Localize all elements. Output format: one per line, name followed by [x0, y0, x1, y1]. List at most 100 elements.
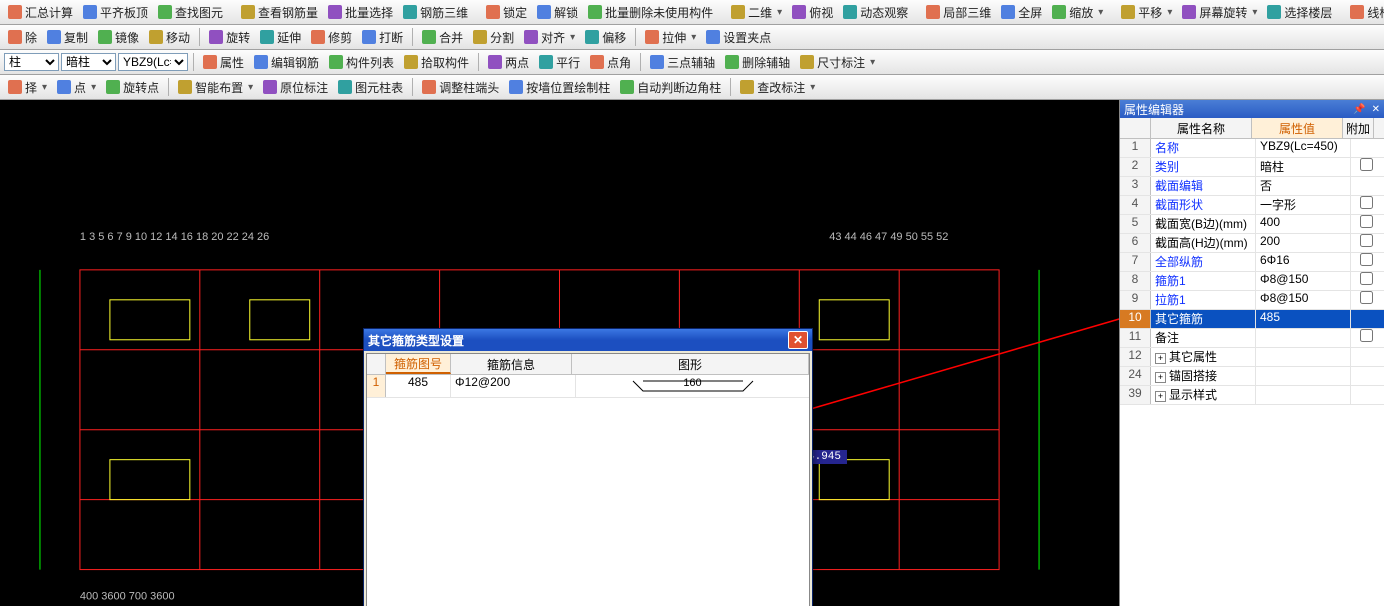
toolbar-调整柱端头[interactable]: 调整柱端头	[418, 77, 503, 98]
prop-row-1[interactable]: 1名称YBZ9(Lc=450)	[1120, 139, 1384, 158]
toolbar-平移[interactable]: 平移▾	[1117, 2, 1176, 23]
prop-row-3[interactable]: 3截面编辑否	[1120, 177, 1384, 196]
drawing-canvas[interactable]: 1 3 5 6 7 9 10 12 14 16 18 20 22 24 26 4…	[0, 100, 1119, 606]
extra-checkbox[interactable]	[1360, 215, 1373, 228]
extra-checkbox[interactable]	[1360, 158, 1373, 171]
close-icon[interactable]: ✕	[1372, 104, 1380, 115]
toolbar-原位标注[interactable]: 原位标注	[259, 77, 332, 98]
col-shape[interactable]: 图形	[572, 354, 809, 374]
stirrup-row[interactable]: 1 485 Φ12@200 160	[367, 375, 809, 398]
toolbar-按墙位置绘制柱[interactable]: 按墙位置绘制柱	[505, 77, 614, 98]
toolbar-拾取构件[interactable]: 拾取构件	[400, 52, 473, 73]
toolbar-打断[interactable]: 打断	[358, 27, 407, 48]
toolbar-三点辅轴[interactable]: 三点辅轴	[646, 52, 719, 73]
toolbar-查看钢筋量[interactable]: 查看钢筋量	[237, 2, 322, 23]
prop-row-2[interactable]: 2类别暗柱	[1120, 158, 1384, 177]
toolbar-自动判断边角柱[interactable]: 自动判断边角柱	[616, 77, 725, 98]
row-info[interactable]: Φ12@200	[451, 375, 576, 397]
toolbar-选择楼层[interactable]: 选择楼层	[1263, 2, 1336, 23]
prop-row-39[interactable]: 39+显示样式	[1120, 386, 1384, 405]
toolbar-全屏[interactable]: 全屏	[997, 2, 1046, 23]
toolbar-分割[interactable]: 分割	[469, 27, 518, 48]
header-name[interactable]: 属性名称	[1151, 118, 1252, 138]
col-code[interactable]: 箍筋图号	[386, 354, 451, 374]
prop-row-11[interactable]: 11备注	[1120, 329, 1384, 348]
toolbar-汇总计算[interactable]: 汇总计算	[4, 2, 77, 23]
extra-checkbox[interactable]	[1360, 291, 1373, 304]
toolbar-合并[interactable]: 合并	[418, 27, 467, 48]
extra-checkbox[interactable]	[1360, 196, 1373, 209]
toolbar-钢筋三维[interactable]: 钢筋三维	[399, 2, 472, 23]
toolbar-偏移[interactable]: 偏移	[581, 27, 630, 48]
toolbar-查找图元[interactable]: 查找图元	[154, 2, 227, 23]
toolbar-锁定[interactable]: 锁定	[482, 2, 531, 23]
toolbar-尺寸标注[interactable]: 尺寸标注▾	[796, 52, 879, 73]
toolbar-择[interactable]: 择▾	[4, 77, 51, 98]
toolbar-平行[interactable]: 平行	[535, 52, 584, 73]
toolbar-镜像[interactable]: 镜像	[94, 27, 143, 48]
toolbar-点[interactable]: 点▾	[53, 77, 100, 98]
toolbar-复制[interactable]: 复制	[43, 27, 92, 48]
toolbar-批量选择[interactable]: 批量选择	[324, 2, 397, 23]
tool-icon	[149, 30, 163, 44]
prop-row-9[interactable]: 9拉筋1Φ8@150	[1120, 291, 1384, 310]
dialog-titlebar[interactable]: 其它箍筋类型设置 ✕	[364, 329, 812, 351]
toolbar-图元柱表[interactable]: 图元柱表	[334, 77, 407, 98]
prop-row-5[interactable]: 5截面宽(B边)(mm)400	[1120, 215, 1384, 234]
selector-sel2[interactable]: 暗柱	[61, 53, 116, 71]
toolbar-两点[interactable]: 两点	[484, 52, 533, 73]
toolbar-缩放[interactable]: 缩放▾	[1048, 2, 1107, 23]
toolbar-旋转[interactable]: 旋转	[205, 27, 254, 48]
extra-checkbox[interactable]	[1360, 253, 1373, 266]
expand-icon[interactable]: +	[1155, 391, 1166, 402]
selector-sel1[interactable]: 柱	[4, 53, 59, 71]
toolbar-二维[interactable]: 二维▾	[727, 2, 786, 23]
toolbar-除[interactable]: 除	[4, 27, 41, 48]
toolbar-延伸[interactable]: 延伸	[256, 27, 305, 48]
extra-checkbox[interactable]	[1360, 234, 1373, 247]
toolbar-移动[interactable]: 移动	[145, 27, 194, 48]
property-title[interactable]: 属性编辑器 📌 ✕	[1120, 100, 1384, 118]
extra-checkbox[interactable]	[1360, 329, 1373, 342]
col-info[interactable]: 箍筋信息	[451, 354, 572, 374]
expand-icon[interactable]: +	[1155, 372, 1166, 383]
extra-checkbox[interactable]	[1360, 272, 1373, 285]
toolbar-屏幕旋转[interactable]: 屏幕旋转▾	[1178, 2, 1261, 23]
prop-row-6[interactable]: 6截面高(H边)(mm)200	[1120, 234, 1384, 253]
toolbar-点角[interactable]: 点角	[586, 52, 635, 73]
toolbar-智能布置[interactable]: 智能布置▾	[174, 77, 257, 98]
selector-sel3[interactable]: YBZ9(Lc=	[118, 53, 188, 71]
prop-row-12[interactable]: 12+其它属性	[1120, 348, 1384, 367]
toolbar-动态观察[interactable]: 动态观察	[839, 2, 912, 23]
prop-row-8[interactable]: 8箍筋1Φ8@150	[1120, 272, 1384, 291]
toolbar-删除辅轴[interactable]: 删除辅轴	[721, 52, 794, 73]
toolbar-查改标注[interactable]: 查改标注▾	[736, 77, 819, 98]
toolbar-俯视[interactable]: 俯视	[788, 2, 837, 23]
expand-icon[interactable]: +	[1155, 353, 1166, 364]
toolbar-设置夹点[interactable]: 设置夹点	[702, 27, 775, 48]
header-value[interactable]: 属性值	[1252, 118, 1343, 138]
pin-icon[interactable]: 📌	[1353, 104, 1365, 115]
header-extra[interactable]: 附加	[1343, 118, 1374, 138]
prop-row-4[interactable]: 4截面形状一字形	[1120, 196, 1384, 215]
row-shape[interactable]: 160	[576, 375, 809, 397]
dropdown-icon: ▾	[870, 57, 875, 68]
toolbar-修剪[interactable]: 修剪	[307, 27, 356, 48]
toolbar-局部三维[interactable]: 局部三维	[922, 2, 995, 23]
row-code[interactable]: 485	[386, 375, 451, 397]
toolbar-构件列表[interactable]: 构件列表	[325, 52, 398, 73]
toolbar-解锁[interactable]: 解锁	[533, 2, 582, 23]
toolbar-批量删除未使用构件[interactable]: 批量删除未使用构件	[584, 2, 717, 23]
prop-row-10[interactable]: 10其它箍筋485	[1120, 310, 1384, 329]
tool-icon	[403, 5, 417, 19]
toolbar-平齐板顶[interactable]: 平齐板顶	[79, 2, 152, 23]
prop-row-7[interactable]: 7全部纵筋6Φ16	[1120, 253, 1384, 272]
toolbar-属性[interactable]: 属性	[199, 52, 248, 73]
close-icon[interactable]: ✕	[788, 331, 808, 349]
toolbar-旋转点[interactable]: 旋转点	[102, 77, 163, 98]
toolbar-编辑钢筋[interactable]: 编辑钢筋	[250, 52, 323, 73]
prop-row-24[interactable]: 24+锚固搭接	[1120, 367, 1384, 386]
toolbar-拉伸[interactable]: 拉伸▾	[641, 27, 700, 48]
toolbar-对齐[interactable]: 对齐▾	[520, 27, 579, 48]
toolbar-线框[interactable]: 线框	[1346, 2, 1384, 23]
